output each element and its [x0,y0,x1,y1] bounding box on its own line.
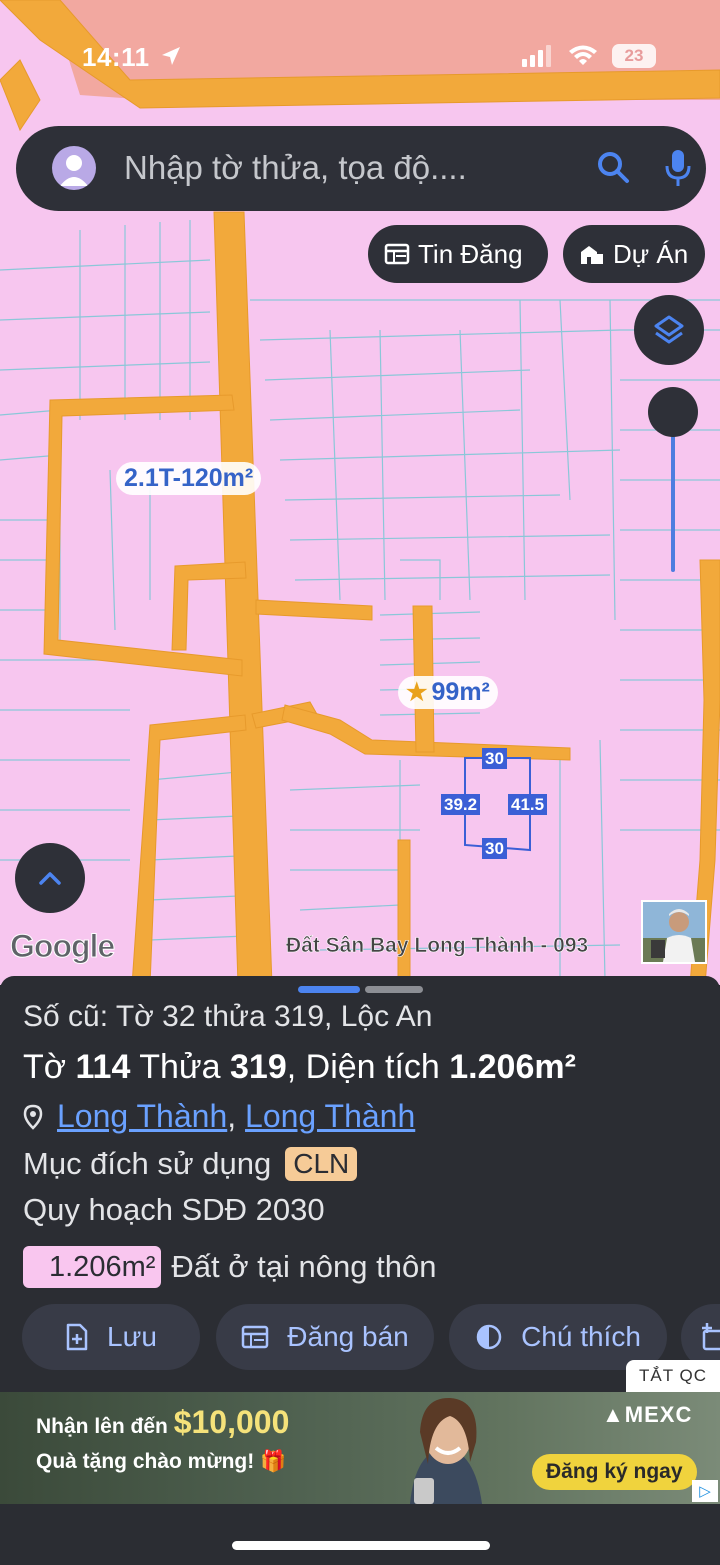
map-view[interactable]: 14:11 23 Nhập tờ thửa, tọa độ.... Tin Đă… [0,0,720,985]
location-pin-icon [23,1104,43,1130]
land-type: Đất ở tại nông thôn [171,1249,437,1284]
person-photo-icon [643,902,705,962]
sheet-handle-active[interactable] [298,986,360,993]
expand-up-button[interactable] [15,843,85,913]
thua-value: 319 [230,1048,287,1086]
ad-subline: Quà tặng chào mừng! 🎁 [36,1450,287,1473]
location-separator: , [227,1098,246,1134]
chip-tin-dang[interactable]: Tin Đăng [368,225,548,283]
map-watermark: Đất Sân Bay Long Thành - 093 [286,934,589,957]
signal-icon [522,45,551,67]
ad-person-image [410,1397,482,1504]
search-bar[interactable] [16,126,706,211]
ad-brand: ▲MEXC [602,1402,692,1428]
district-link[interactable]: Long Thành [57,1098,227,1134]
add-document-icon [66,1323,88,1351]
parcel-location: Long Thành, Long Thành [23,1098,415,1135]
ad-brand-name: MEXC [624,1402,693,1427]
microphone-icon[interactable] [663,148,693,188]
home-indicator[interactable] [232,1541,490,1550]
dimension-right: 41.5 [508,794,548,815]
calendar-list-icon [242,1325,269,1349]
area-value: 1.206m² [449,1048,576,1086]
user-icon [60,155,88,186]
ad-headline: Nhận lên đến $10,000 [36,1404,289,1441]
purpose-code-badge: CLN [285,1147,358,1181]
legend-label: Chú thích [521,1321,641,1352]
status-time: 14:11 [82,42,150,72]
opacity-slider-knob[interactable] [648,387,698,437]
chip-tin-dang-label: Tin Đăng [418,238,523,269]
status-indicators: 23 [522,44,656,68]
close-ad-button[interactable]: TẮT QC [626,1360,720,1392]
land-zone: 1.206m² Đất ở tại nông thôn [23,1246,436,1288]
province-link[interactable]: Long Thành [245,1098,415,1134]
post-sale-button[interactable]: Đăng bán [216,1304,434,1370]
to-label: Tờ [23,1048,76,1086]
ad-signup-button[interactable]: Đăng ký ngay [532,1454,697,1490]
add-photo-icon [702,1323,720,1351]
purpose-label: Mục đích sử dụng [23,1146,272,1181]
avatar[interactable] [52,146,96,190]
save-button[interactable]: Lưu [22,1304,200,1370]
battery-indicator: 23 [612,44,656,68]
old-parcel-id: Số cũ: Tờ 32 thửa 319, Lộc An [23,1000,433,1033]
star-icon: ★ [406,679,428,706]
save-label: Lưu [107,1321,157,1352]
parcel-title: Tờ 114 Thửa 319, Diện tích 1.206m² [23,1048,576,1087]
google-logo: Google [9,928,115,965]
map-area-value: 99m² [431,678,490,706]
dimension-top: 30 [482,748,507,769]
land-purpose: Mục đích sử dụng CLN [23,1146,358,1182]
parcel-info-sheet[interactable]: Số cũ: Tờ 32 thửa 319, Lộc An Tờ 114 Thử… [0,976,720,1396]
app-root: 14:11 23 Nhập tờ thửa, tọa độ.... Tin Đă… [0,0,720,1565]
chip-du-an[interactable]: Dự Án [563,225,705,283]
contrast-icon [476,1324,502,1350]
search-input[interactable] [124,148,564,188]
to-value: 114 [75,1048,131,1086]
action-bar: Lưu Đăng bán Chú thích [0,1304,720,1370]
plan-title: Quy hoạch SDĐ 2030 [23,1192,325,1227]
ad-choices-icon[interactable]: ▷ [692,1480,718,1502]
ad-headline-prefix: Nhận lên đến [36,1415,174,1438]
thua-label: Thửa [130,1048,231,1086]
search-icon[interactable] [596,150,632,186]
dimension-bottom: 30 [482,838,507,859]
map-area-label[interactable]: ★ 99m² [398,676,498,709]
layers-button[interactable] [634,295,704,365]
dimension-left: 39.2 [441,794,481,815]
ad-banner[interactable]: Nhận lên đến $10,000 Quà tặng chào mừng!… [0,1392,720,1504]
listing-icon [384,243,410,265]
area-label: , Diện tích [286,1048,450,1086]
map-price-label[interactable]: 2.1T-120m² [116,462,262,495]
building-icon [581,246,603,264]
chip-du-an-label: Dự Án [613,238,689,269]
post-sale-label: Đăng bán [287,1321,409,1352]
layers-icon [654,315,684,344]
wifi-icon [569,45,597,65]
land-area-badge: 1.206m² [23,1246,162,1288]
sheet-handle[interactable] [365,986,423,993]
ad-headline-amount: $10,000 [173,1404,290,1440]
chevron-up-icon [39,872,61,885]
location-arrow-icon [162,47,180,65]
seller-photo[interactable] [641,900,707,964]
brand-logo-icon: ▲ [602,1402,625,1427]
